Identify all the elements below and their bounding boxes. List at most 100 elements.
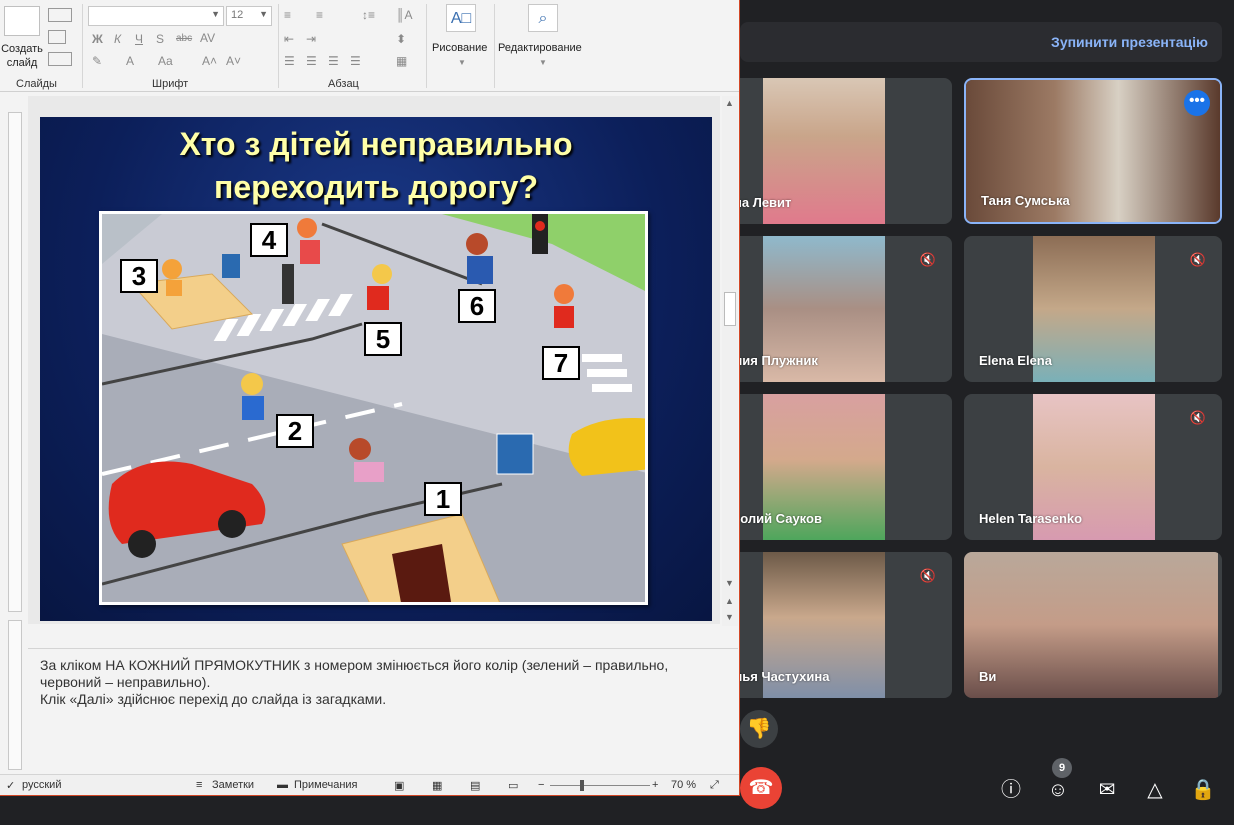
- char-spacing-button[interactable]: AV: [200, 31, 215, 45]
- number-box-6[interactable]: 6: [458, 289, 496, 323]
- group-font-label: Шрифт: [152, 78, 189, 90]
- zoom-slider-thumb[interactable]: [580, 780, 584, 791]
- participant-count-badge: 9: [1052, 758, 1072, 778]
- decrease-indent-icon[interactable]: ⇤: [284, 32, 294, 46]
- font-color-icon[interactable]: A: [126, 54, 134, 68]
- participant-name: Helen Tarasenko: [979, 511, 1083, 526]
- zoom-slider[interactable]: [550, 785, 650, 786]
- participant-tile[interactable]: 🔇 Helen Tarasenko: [964, 394, 1222, 540]
- align-left-icon[interactable]: ☰: [284, 54, 295, 68]
- zoom-out-icon[interactable]: −: [538, 779, 544, 791]
- participant-tile[interactable]: ••• Таня Сумська: [964, 78, 1222, 224]
- slide-title-line-1: Хто з дітей неправильно: [179, 126, 573, 162]
- divider: [494, 4, 495, 88]
- spellcheck-icon[interactable]: ✓: [6, 779, 15, 792]
- editing-button[interactable]: Редактирование: [498, 42, 582, 54]
- activities-icon[interactable]: △: [1142, 777, 1168, 803]
- host-controls-icon[interactable]: 🔒: [1190, 777, 1216, 803]
- group-slides-label: Слайды: [16, 78, 57, 90]
- new-slide-icon[interactable]: [4, 6, 40, 36]
- people-icon[interactable]: ☺: [1045, 777, 1071, 803]
- scroll-down-icon[interactable]: ▼: [725, 578, 734, 588]
- language-label[interactable]: русский: [22, 779, 61, 791]
- shrink-font-icon[interactable]: A˅: [226, 54, 241, 68]
- divider: [82, 4, 83, 88]
- strikethrough-button[interactable]: abc: [176, 33, 192, 44]
- number-box-5[interactable]: 5: [364, 322, 402, 356]
- chevron-down-icon: ▼: [458, 58, 466, 67]
- participant-tile[interactable]: 🔇 Elena Elena: [964, 236, 1222, 382]
- text-direction-icon[interactable]: ║A: [396, 8, 413, 22]
- layout-icon[interactable]: [48, 8, 72, 22]
- slide-sorter-icon[interactable]: ▦: [432, 779, 442, 792]
- info-icon[interactable]: ⓘ: [998, 777, 1024, 803]
- slide-title-line-2: переходить дорогу?: [213, 169, 538, 205]
- shadow-button[interactable]: S: [156, 32, 164, 46]
- number-box-1[interactable]: 1: [424, 482, 462, 516]
- drawing-icon[interactable]: A□: [446, 4, 476, 32]
- fit-slide-icon[interactable]: ⤢: [710, 779, 719, 792]
- drawing-button[interactable]: Рисование: [432, 42, 487, 54]
- participant-tile[interactable]: Ви: [964, 552, 1222, 698]
- line-spacing-icon[interactable]: ↕≡: [362, 8, 375, 22]
- participant-name: на Левит: [734, 195, 792, 210]
- justify-icon[interactable]: ☰: [350, 54, 361, 68]
- notes-scrollbar[interactable]: [8, 620, 22, 770]
- end-call-button[interactable]: ☎: [740, 767, 782, 809]
- reading-view-icon[interactable]: ▤: [470, 779, 480, 792]
- notes-toggle-button[interactable]: Заметки: [212, 779, 254, 791]
- comments-button[interactable]: Примечания: [294, 779, 358, 791]
- status-bar: ✓ русский ≡ Заметки ▬ Примечания ▣ ▦ ▤ ▭…: [0, 774, 739, 795]
- slide[interactable]: Хто з дітей неправильно переходить дорог…: [40, 117, 712, 621]
- bold-button[interactable]: Ж: [92, 32, 103, 46]
- increase-indent-icon[interactable]: ⇥: [306, 32, 316, 46]
- underline-button[interactable]: Ч: [135, 32, 143, 46]
- font-size-combobox[interactable]: 12 ▼: [226, 6, 272, 26]
- mic-off-icon: 🔇: [919, 568, 937, 583]
- normal-view-icon[interactable]: ▣: [394, 779, 404, 792]
- chat-icon[interactable]: ✉: [1094, 777, 1120, 803]
- notes-icon: ≡: [196, 779, 203, 791]
- slideshow-icon[interactable]: ▭: [508, 779, 518, 792]
- new-slide-button[interactable]: Создать слайд: [0, 42, 44, 70]
- road-crossing-illustration: 1 2 3 4 5 6 7: [99, 211, 648, 605]
- ribbon: Создать слайд Слайды ▼ 12 ▼ Ж К Ч S abc A…: [0, 0, 739, 92]
- number-box-4[interactable]: 4: [250, 223, 288, 257]
- meet-presentation-bar: Зупинити презентацію: [740, 22, 1222, 62]
- change-case-button[interactable]: Aa: [158, 54, 173, 68]
- participant-name: толий Сауков: [734, 511, 822, 526]
- bullets-icon[interactable]: ≡: [284, 8, 291, 22]
- scroll-thumb[interactable]: [724, 292, 736, 326]
- grow-font-icon[interactable]: A˄: [202, 54, 217, 68]
- font-name-combobox[interactable]: ▼: [88, 6, 224, 26]
- zoom-in-icon[interactable]: +: [652, 779, 658, 791]
- zoom-level[interactable]: 70 %: [671, 779, 696, 791]
- italic-button[interactable]: К: [114, 32, 121, 46]
- numbering-icon[interactable]: ≡: [316, 8, 323, 22]
- speaker-notes[interactable]: За кліком НА КОЖНИЙ ПРЯМОКУТНИК з номеро…: [28, 648, 738, 768]
- divider: [426, 4, 427, 88]
- notes-line-2: червоний – неправильно).: [40, 674, 211, 690]
- scroll-up-icon[interactable]: ▲: [725, 98, 734, 108]
- number-box-3[interactable]: 3: [120, 259, 158, 293]
- highlight-icon[interactable]: ✎: [92, 54, 102, 68]
- section-icon[interactable]: [48, 52, 72, 66]
- participant-name: Таня Сумська: [981, 193, 1070, 208]
- thumbnail-scrollbar[interactable]: [8, 112, 22, 612]
- reset-icon[interactable]: [48, 30, 66, 44]
- vertical-scrollbar[interactable]: ▲ ▼ ▲ ▼: [722, 96, 738, 626]
- search-icon[interactable]: ⌕: [528, 4, 558, 32]
- smartart-icon[interactable]: ▦: [396, 54, 407, 68]
- thumbs-down-reaction-icon[interactable]: 👎: [740, 710, 778, 748]
- align-right-icon[interactable]: ☰: [328, 54, 339, 68]
- previous-slide-icon[interactable]: ▲: [725, 596, 734, 606]
- participant-name: лия Плужник: [734, 353, 818, 368]
- number-box-2[interactable]: 2: [276, 414, 314, 448]
- align-center-icon[interactable]: ☰: [306, 54, 317, 68]
- number-box-7[interactable]: 7: [542, 346, 580, 380]
- more-options-button[interactable]: •••: [1184, 90, 1210, 116]
- powerpoint-window: Создать слайд Слайды ▼ 12 ▼ Ж К Ч S abc A…: [0, 0, 740, 796]
- align-text-icon[interactable]: ⬍: [396, 32, 406, 46]
- next-slide-icon[interactable]: ▼: [725, 612, 734, 622]
- stop-presentation-button[interactable]: Зупинити презентацію: [1051, 34, 1208, 50]
